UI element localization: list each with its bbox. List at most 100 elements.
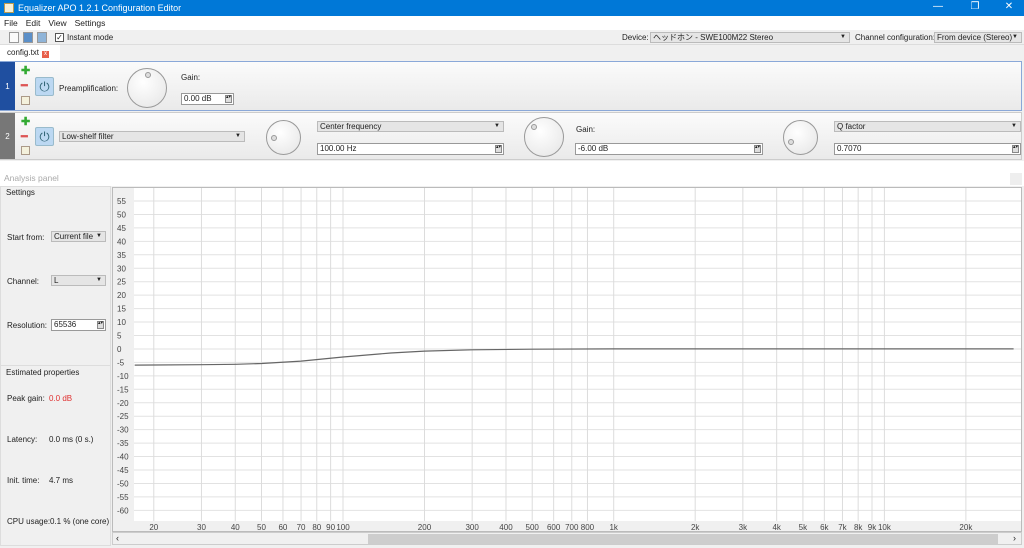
maximize-button[interactable]: ❐ bbox=[960, 1, 990, 12]
start-from-select[interactable]: Current file ▼ bbox=[51, 231, 106, 242]
frequency-knob[interactable] bbox=[266, 120, 301, 155]
filter-row-2: 2 ✚ ━ ⏻ Low-shelf filter ▼ Center frequen… bbox=[0, 112, 1022, 160]
resolution-label: Resolution: bbox=[7, 321, 48, 330]
x-tick-label: 400 bbox=[499, 523, 513, 532]
channel-config-select[interactable]: From device (Stereo) ▼ bbox=[934, 32, 1022, 43]
new-file-icon[interactable] bbox=[9, 32, 19, 43]
scrollbar-thumb[interactable] bbox=[368, 534, 998, 544]
gain-value: 0.00 dB bbox=[184, 94, 212, 103]
y-tick-label: 50 bbox=[117, 210, 126, 219]
x-tick-label: 1k bbox=[609, 523, 618, 532]
chevron-down-icon: ▼ bbox=[96, 233, 102, 239]
peak-gain-value: 0.0 dB bbox=[49, 394, 73, 403]
chevron-down-icon: ▼ bbox=[1011, 123, 1017, 129]
add-filter-icon[interactable]: ✚ bbox=[21, 115, 30, 128]
cpu-usage-label: CPU usage: bbox=[7, 517, 51, 526]
tab-label: config.txt bbox=[7, 48, 40, 57]
toolbar: ✓ Instant mode Device: ヘッドホン - SWE100M22… bbox=[0, 30, 1024, 45]
start-from-value: Current file bbox=[54, 232, 94, 241]
power-toggle-icon[interactable]: ⏻ bbox=[35, 77, 54, 96]
x-tick-label: 600 bbox=[547, 523, 561, 532]
x-tick-label: 20k bbox=[959, 523, 973, 532]
chevron-down-icon: ▼ bbox=[96, 277, 102, 283]
latency-label: Latency: bbox=[7, 435, 38, 444]
gain-knob[interactable] bbox=[127, 68, 167, 108]
close-button[interactable]: ✕ bbox=[994, 1, 1024, 12]
chevron-down-icon: ▼ bbox=[1012, 34, 1018, 40]
menu-bar: File Edit View Settings bbox=[0, 16, 1024, 30]
gain-value: -6.00 dB bbox=[578, 144, 609, 153]
minimize-button[interactable]: — bbox=[923, 1, 953, 12]
estimated-title: Estimated properties bbox=[6, 368, 80, 377]
y-tick-label: -40 bbox=[117, 453, 129, 462]
spin-arrows-icon[interactable]: ▴▾ bbox=[495, 145, 502, 153]
menu-file[interactable]: File bbox=[0, 16, 22, 28]
gain-knob[interactable] bbox=[524, 117, 564, 157]
q-mode-value: Q factor bbox=[837, 122, 866, 131]
resolution-value: 65536 bbox=[54, 320, 77, 329]
channel-config-value: From device (Stereo) bbox=[937, 33, 1013, 42]
spin-arrows-icon[interactable]: ▴▾ bbox=[97, 321, 104, 329]
y-tick-label: 0 bbox=[117, 345, 122, 354]
x-tick-label: 5k bbox=[799, 523, 808, 532]
analysis-settings: Settings Start from: Current file ▼ Chann… bbox=[0, 186, 111, 546]
close-tab-icon[interactable]: x bbox=[42, 51, 50, 58]
device-select[interactable]: ヘッドホン - SWE100M22 Stereo ▼ bbox=[650, 32, 850, 43]
chevron-down-icon: ▼ bbox=[840, 34, 846, 40]
x-tick-label: 30 bbox=[197, 523, 206, 532]
frequency-value: 100.00 Hz bbox=[320, 144, 357, 153]
x-tick-label: 90 bbox=[326, 523, 335, 532]
frequency-input[interactable]: 100.00 Hz ▴▾ bbox=[317, 143, 504, 155]
preamp-gain-input[interactable]: 0.00 dB ▴▾ bbox=[181, 93, 234, 105]
q-input[interactable]: 0.7070 ▴▾ bbox=[834, 143, 1021, 155]
x-tick-label: 9k bbox=[868, 523, 877, 532]
menu-view[interactable]: View bbox=[44, 16, 70, 28]
latency-value: 0.0 ms (0 s.) bbox=[49, 435, 94, 444]
y-tick-label: -5 bbox=[117, 358, 125, 367]
start-from-label: Start from: bbox=[7, 233, 45, 242]
menu-edit[interactable]: Edit bbox=[22, 16, 45, 28]
y-tick-label: 10 bbox=[117, 318, 126, 327]
scroll-left-icon[interactable]: ‹ bbox=[116, 533, 119, 543]
save-file-icon[interactable] bbox=[37, 32, 47, 43]
add-filter-icon[interactable]: ✚ bbox=[21, 64, 30, 77]
x-tick-label: 7k bbox=[838, 523, 847, 532]
gain-label: Gain: bbox=[181, 73, 201, 82]
frequency-mode-select[interactable]: Center frequency ▼ bbox=[317, 121, 504, 132]
x-tick-label: 800 bbox=[581, 523, 595, 532]
spin-arrows-icon[interactable]: ▴▾ bbox=[754, 145, 761, 153]
filter-row-3-partial bbox=[0, 161, 1024, 169]
x-tick-label: 3k bbox=[739, 523, 748, 532]
close-panel-button[interactable] bbox=[1010, 173, 1022, 185]
menu-settings[interactable]: Settings bbox=[71, 16, 110, 28]
x-tick-label: 50 bbox=[257, 523, 266, 532]
channel-select[interactable]: L ▼ bbox=[51, 275, 106, 286]
remove-filter-icon[interactable]: ━ bbox=[21, 130, 28, 143]
tab-config[interactable]: config.txt x bbox=[0, 45, 60, 61]
q-mode-select[interactable]: Q factor ▼ bbox=[834, 121, 1021, 132]
filter-type-select[interactable]: Low-shelf filter ▼ bbox=[59, 131, 245, 142]
edit-icon[interactable] bbox=[21, 96, 30, 105]
edit-icon[interactable] bbox=[21, 146, 30, 155]
x-tick-label: 10k bbox=[878, 523, 892, 532]
instant-mode-checkbox[interactable]: ✓ bbox=[55, 33, 64, 42]
y-tick-label: 25 bbox=[117, 278, 126, 287]
x-tick-label: 8k bbox=[854, 523, 863, 532]
open-file-icon[interactable] bbox=[23, 32, 33, 43]
power-toggle-icon[interactable]: ⏻ bbox=[35, 127, 54, 146]
x-tick-label: 100 bbox=[336, 523, 350, 532]
remove-filter-icon[interactable]: ━ bbox=[21, 79, 28, 92]
window-title: Equalizer APO 1.2.1 Configuration Editor bbox=[18, 3, 182, 13]
x-tick-label: 300 bbox=[465, 523, 479, 532]
spin-arrows-icon[interactable]: ▴▾ bbox=[225, 95, 232, 103]
horizontal-scrollbar[interactable]: ‹ › bbox=[112, 532, 1022, 545]
q-value: 0.7070 bbox=[837, 144, 862, 153]
y-tick-label: 55 bbox=[117, 197, 126, 206]
peak-gain-label: Peak gain: bbox=[7, 394, 45, 403]
chevron-down-icon: ▼ bbox=[494, 123, 500, 129]
spin-arrows-icon[interactable]: ▴▾ bbox=[1012, 145, 1019, 153]
resolution-input[interactable]: 65536 ▴▾ bbox=[51, 319, 106, 331]
scroll-right-icon[interactable]: › bbox=[1013, 533, 1016, 543]
gain-input[interactable]: -6.00 dB ▴▾ bbox=[575, 143, 763, 155]
q-knob[interactable] bbox=[783, 120, 818, 155]
